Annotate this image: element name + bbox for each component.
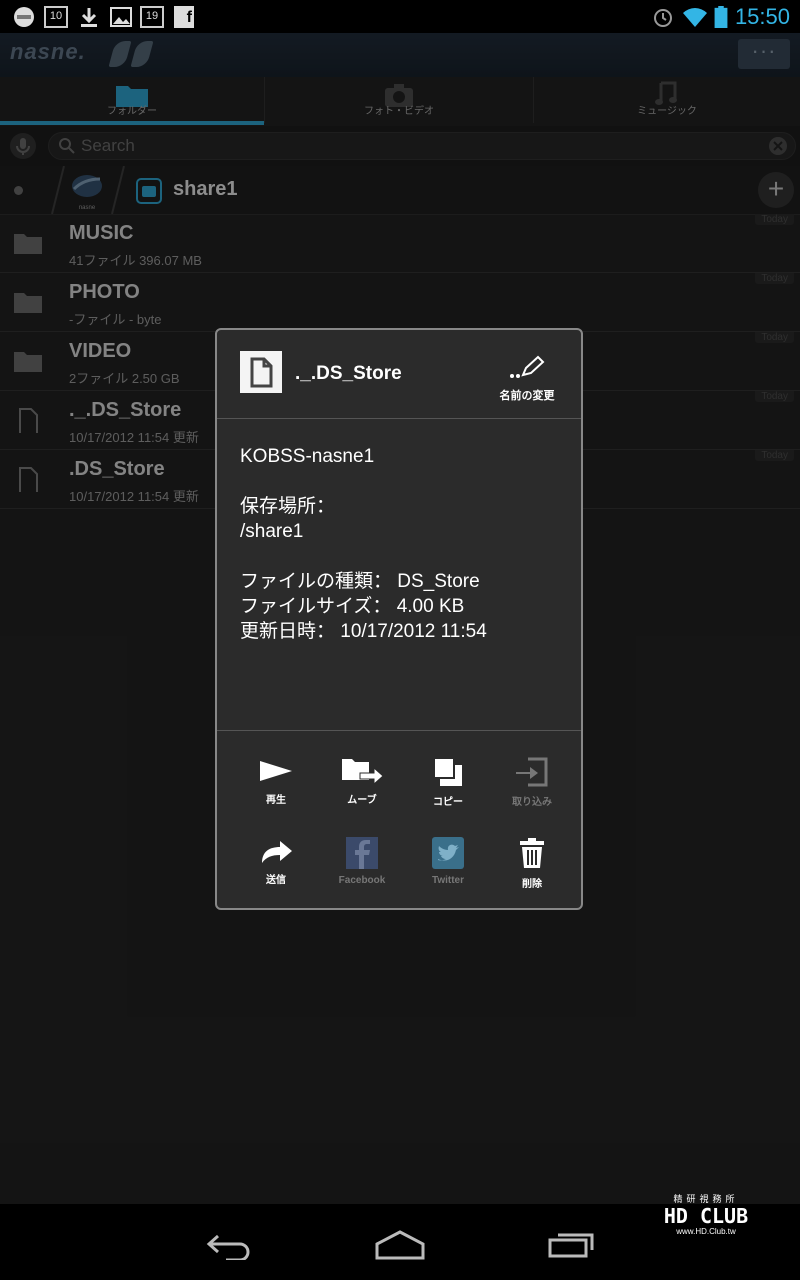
- share-arrow-icon: [262, 841, 292, 863]
- dialog-actions: 再生 ムーブ コピー 取り込み 送信 Facebook Twitter 削除: [217, 730, 581, 909]
- watermark-logo-text: HD CLUB: [663, 1204, 749, 1228]
- download-icon: [81, 8, 97, 27]
- file-icon: [240, 351, 282, 393]
- location-label: 保存場所：: [240, 496, 336, 517]
- send-label: 送信: [266, 875, 286, 886]
- delete-button[interactable]: 削除: [489, 837, 575, 897]
- battery-icon: [714, 6, 728, 28]
- rename-label: 名前の変更: [499, 390, 555, 402]
- import-button[interactable]: 取り込み: [489, 757, 575, 817]
- rename-button[interactable]: 名前の変更: [495, 354, 559, 403]
- copy-button[interactable]: コピー: [405, 757, 491, 817]
- dialog-header: ._.DS_Store 名前の変更: [217, 330, 581, 419]
- copy-label: コピー: [433, 797, 463, 808]
- wifi-icon: [683, 8, 707, 27]
- move-folder-icon: [342, 759, 384, 785]
- copy-icon: [433, 757, 462, 786]
- dialog-details: KOBSS-nasne1 保存場所： /share1 ファイルの種類： DS_S…: [240, 444, 560, 644]
- file-details-dialog: ._.DS_Store 名前の変更 KOBSS-nasne1 保存場所： /sh…: [215, 328, 583, 910]
- home-icon[interactable]: [374, 1230, 426, 1260]
- import-icon: [516, 757, 548, 787]
- modified-date: 更新日時： 10/17/2012 11:54: [240, 621, 487, 642]
- facebook-button[interactable]: Facebook: [319, 837, 405, 897]
- file-size: ファイルサイズ： 4.00 KB: [240, 596, 465, 617]
- dialog-title: ._.DS_Store: [295, 363, 402, 384]
- calendar-icon-2: 19: [140, 6, 164, 28]
- gallery-icon: [110, 7, 132, 27]
- file-type: ファイルの種類： DS_Store: [240, 571, 480, 592]
- play-label: 再生: [266, 795, 286, 806]
- recent-apps-icon[interactable]: [548, 1230, 596, 1260]
- delete-label: 削除: [522, 879, 542, 890]
- twitter-button[interactable]: Twitter: [405, 837, 491, 897]
- facebook-label: Facebook: [338, 875, 386, 886]
- back-icon[interactable]: [206, 1230, 254, 1260]
- send-button[interactable]: 送信: [233, 837, 319, 897]
- play-icon: [260, 761, 292, 781]
- calendar-icon: 10: [44, 6, 68, 28]
- location-value: /share1: [240, 521, 304, 542]
- trash-icon: [520, 838, 544, 868]
- app-notification-icon: [14, 7, 34, 27]
- hd-club-watermark: 精研視務所 HD CLUB www.HD.Club.tw: [660, 1192, 752, 1260]
- alarm-icon: [654, 9, 672, 27]
- facebook-notification-icon: f: [174, 6, 194, 28]
- twitter-icon: [432, 837, 464, 869]
- watermark-url: www.HD.Club.tw: [676, 1227, 736, 1236]
- facebook-icon: [346, 837, 378, 869]
- twitter-label: Twitter: [431, 875, 465, 886]
- clock: 15:50: [734, 4, 790, 29]
- move-button[interactable]: ムーブ: [319, 757, 405, 817]
- import-label: 取り込み: [512, 797, 552, 808]
- move-label: ムーブ: [347, 795, 377, 806]
- status-bar: 10 19 f 15:50: [0, 0, 800, 33]
- play-button[interactable]: 再生: [233, 757, 319, 817]
- device-name: KOBSS-nasne1: [240, 446, 375, 467]
- pencil-icon: [510, 355, 545, 378]
